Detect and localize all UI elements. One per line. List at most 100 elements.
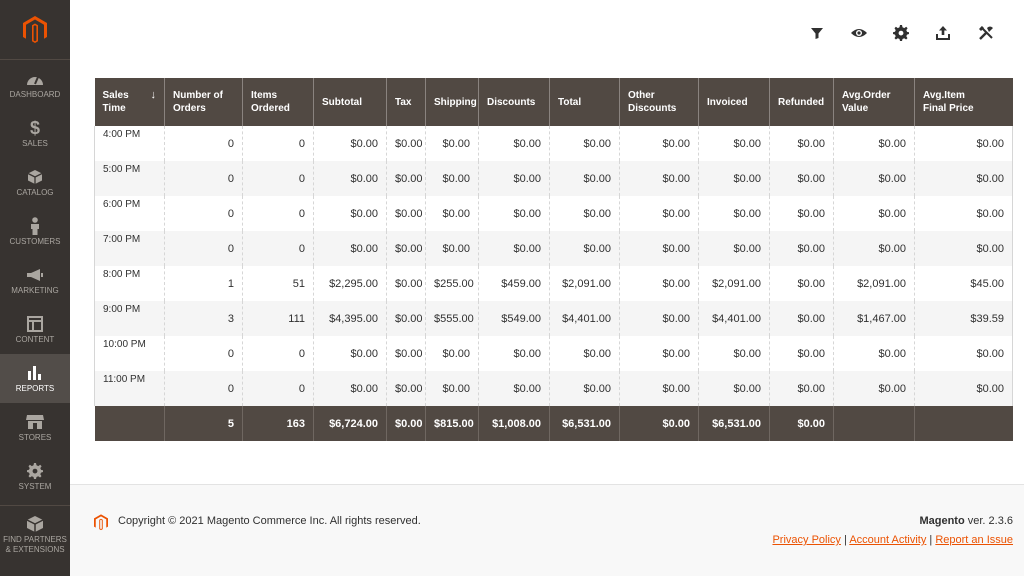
- column-header-label: Subtotal: [322, 96, 362, 108]
- account-activity-link[interactable]: Account Activity: [849, 534, 926, 546]
- table-cell: $0.00: [769, 231, 834, 266]
- column-header-label: Other: [628, 90, 655, 101]
- table-cell: $0.00: [386, 196, 426, 231]
- footer-magento-logo-icon: [94, 514, 108, 536]
- table-cell: $0.00: [425, 196, 479, 231]
- table-cell: 7:00 PM: [94, 231, 165, 266]
- table-cell: 10:00 PM: [94, 336, 165, 371]
- table-cell: 0: [164, 161, 243, 196]
- table-cell: $0.00: [769, 266, 834, 301]
- column-header[interactable]: Shipping: [425, 78, 479, 126]
- filter-icon[interactable]: [806, 22, 828, 44]
- gear-icon: [27, 461, 43, 481]
- column-header[interactable]: Avg.Item Final Price: [914, 78, 1013, 126]
- total-cell: [833, 406, 915, 441]
- column-header[interactable]: Total: [549, 78, 620, 126]
- magento-logo-icon: [23, 15, 47, 43]
- table-cell: $0.00: [914, 336, 1013, 371]
- table-row: 8:00 PM 1 51 $2,295.00 $0.00 $255.00 $459.00 $2…: [94, 266, 1013, 301]
- table-cell: $0.00: [619, 301, 699, 336]
- sidebar-item-dashboard[interactable]: DASHBOARD: [0, 60, 70, 109]
- sidebar-item-customers[interactable]: CUSTOMERS: [0, 207, 70, 256]
- table-cell: $2,295.00: [313, 266, 387, 301]
- column-header[interactable]: Invoiced: [698, 78, 770, 126]
- column-header[interactable]: Discounts: [478, 78, 550, 126]
- table-cell: $0.00: [619, 196, 699, 231]
- table-row: 6:00 PM 0 0 $0.00 $0.00 $0.00 $0.00 $0.00 $0.00 $…: [94, 196, 1013, 231]
- tools-icon[interactable]: [975, 22, 997, 44]
- table-cell: $0.00: [386, 266, 426, 301]
- sidebar-item-reports[interactable]: REPORTS: [0, 354, 70, 403]
- partners-label-line1: FIND PARTNERS: [3, 535, 67, 544]
- table-cell: 3: [164, 301, 243, 336]
- column-header[interactable]: Number of Orders: [164, 78, 243, 126]
- table-cell: $0.00: [619, 266, 699, 301]
- table-cell: $0.00: [914, 371, 1013, 406]
- column-header-label: Number of: [173, 90, 223, 101]
- column-header-label: Sales: [102, 90, 129, 101]
- table-cell: 111: [242, 301, 314, 336]
- table-cell: $0.00: [619, 371, 699, 406]
- column-header-label: Discounts: [487, 96, 536, 108]
- sidebar-item-system[interactable]: SYSTEM: [0, 452, 70, 501]
- table-cell: $0.00: [769, 301, 834, 336]
- table-cell: $0.00: [619, 336, 699, 371]
- table-cell: 11:00 PM: [94, 371, 165, 406]
- column-header[interactable]: Items Ordered: [242, 78, 314, 126]
- table-cell: $0.00: [386, 371, 426, 406]
- table-row: 10:00 PM 0 0 $0.00 $0.00 $0.00 $0.00 $0.00 $0.00…: [94, 336, 1013, 371]
- eye-icon[interactable]: [848, 22, 870, 44]
- column-header-label: Items: [251, 90, 278, 101]
- sidebar-item-find-partners[interactable]: FIND PARTNERS & EXTENSIONS: [0, 505, 70, 563]
- column-header[interactable]: Refunded: [769, 78, 834, 126]
- column-header[interactable]: Other Discounts: [619, 78, 699, 126]
- table-cell: $0.00: [549, 196, 620, 231]
- table-totals-row: 5 163 $6,724.00 $0.00 $815.00 $1,008.00 $6,531…: [94, 406, 1013, 441]
- megaphone-icon: [26, 265, 44, 285]
- page-footer: Copyright © 2021 Magento Commerce Inc. A…: [70, 484, 1024, 576]
- table-cell: $0.00: [914, 196, 1013, 231]
- column-header-label: Tax: [395, 96, 412, 108]
- cube-icon: [27, 167, 43, 187]
- sidebar-item-stores[interactable]: STORES: [0, 403, 70, 452]
- magento-logo[interactable]: [0, 0, 70, 60]
- total-cell: [94, 406, 165, 441]
- table-cell: $0.00: [313, 371, 387, 406]
- table-cell: $0.00: [313, 161, 387, 196]
- total-cell: 5: [164, 406, 243, 441]
- table-cell: $0.00: [478, 196, 550, 231]
- table-cell: 0: [242, 126, 314, 161]
- sidebar-item-content[interactable]: CONTENT: [0, 305, 70, 354]
- column-header-label: Time: [102, 103, 126, 114]
- column-header[interactable]: ↓ Sales Time: [94, 78, 165, 126]
- table-cell: 5:00 PM: [94, 161, 165, 196]
- table-cell: $0.00: [549, 336, 620, 371]
- column-header-label: Invoiced: [707, 96, 748, 108]
- table-cell: $2,091.00: [833, 266, 915, 301]
- sidebar-item-label: STORES: [18, 433, 52, 442]
- settings-gear-icon[interactable]: [890, 22, 912, 44]
- privacy-policy-link[interactable]: Privacy Policy: [772, 534, 840, 546]
- table-cell: $2,091.00: [549, 266, 620, 301]
- sort-arrow-icon[interactable]: ↓: [151, 89, 157, 102]
- table-cell: $0.00: [914, 161, 1013, 196]
- sidebar-item-label: CATALOG: [16, 188, 54, 197]
- table-cell: $0.00: [619, 126, 699, 161]
- report-issue-link[interactable]: Report an Issue: [935, 534, 1013, 546]
- sidebar-item-label: SYSTEM: [18, 482, 52, 491]
- column-header-label: Orders: [173, 103, 206, 114]
- table-cell: $0.00: [914, 231, 1013, 266]
- sidebar-item-catalog[interactable]: CATALOG: [0, 158, 70, 207]
- column-header[interactable]: Tax: [386, 78, 426, 126]
- table-cell: $0.00: [386, 336, 426, 371]
- column-header[interactable]: Subtotal: [313, 78, 387, 126]
- table-cell: $0.00: [313, 126, 387, 161]
- table-cell: $0.00: [769, 126, 834, 161]
- column-header-label: Shipping: [434, 96, 477, 108]
- sidebar-item-label: CUSTOMERS: [9, 237, 61, 246]
- table-cell: $459.00: [478, 266, 550, 301]
- column-header[interactable]: Avg.Order Value: [833, 78, 915, 126]
- export-icon[interactable]: [932, 22, 954, 44]
- sidebar-item-marketing[interactable]: MARKETING: [0, 256, 70, 305]
- sidebar-item-sales[interactable]: $ SALES: [0, 109, 70, 158]
